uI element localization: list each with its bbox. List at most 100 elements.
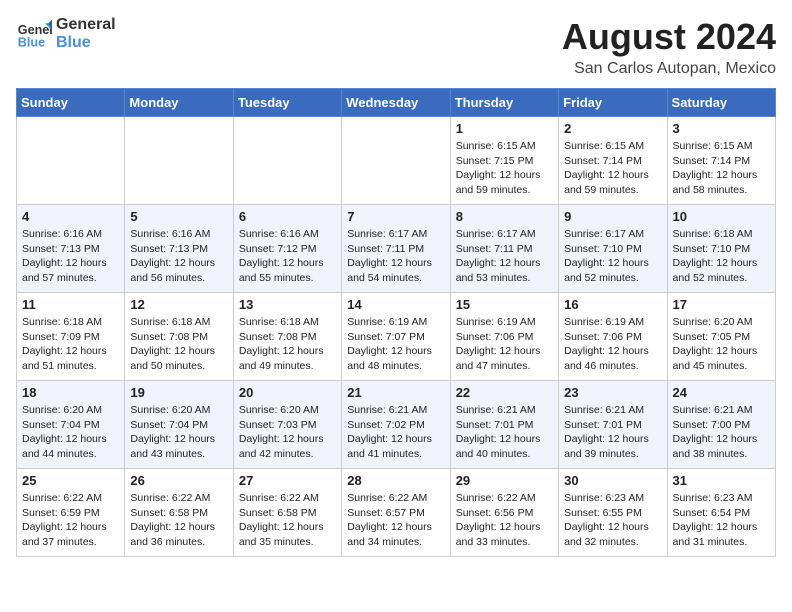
- calendar-cell: 21 Sunrise: 6:21 AM Sunset: 7:02 PM Dayli…: [342, 381, 450, 469]
- day-number: 2: [564, 121, 661, 136]
- day-info: Sunrise: 6:17 AM Sunset: 7:11 PM Dayligh…: [456, 227, 553, 286]
- calendar-cell: [17, 117, 125, 205]
- logo: General Blue General Blue: [16, 16, 116, 53]
- day-number: 30: [564, 473, 661, 488]
- calendar-cell: 27 Sunrise: 6:22 AM Sunset: 6:58 PM Dayli…: [233, 469, 341, 557]
- calendar-cell: 29Sunrise: 6:22 AM Sunset: 6:56 PM Dayli…: [450, 469, 558, 557]
- calendar-cell: 18Sunrise: 6:20 AM Sunset: 7:04 PM Dayli…: [17, 381, 125, 469]
- calendar-cell: 28 Sunrise: 6:22 AM Sunset: 6:57 PM Dayli…: [342, 469, 450, 557]
- calendar-cell: 26 Sunrise: 6:22 AM Sunset: 6:58 PM Dayli…: [125, 469, 233, 557]
- day-number: 31: [673, 473, 770, 488]
- calendar-cell: 6 Sunrise: 6:16 AM Sunset: 7:12 PM Daylig…: [233, 205, 341, 293]
- calendar-table: SundayMondayTuesdayWednesdayThursdayFrid…: [16, 88, 776, 557]
- week-row-3: 11 Sunrise: 6:18 AM Sunset: 7:09 PM Dayli…: [17, 293, 776, 381]
- day-number: 7: [347, 209, 444, 224]
- day-info: Sunrise: 6:23 AM Sunset: 6:54 PM Dayligh…: [673, 491, 770, 550]
- day-info: Sunrise: 6:20 AM Sunset: 7:03 PM Dayligh…: [239, 403, 336, 462]
- day-info: Sunrise: 6:18 AM Sunset: 7:08 PM Dayligh…: [239, 315, 336, 374]
- calendar-cell: [233, 117, 341, 205]
- day-number: 21: [347, 385, 444, 400]
- calendar-cell: 23Sunrise: 6:21 AM Sunset: 7:01 PM Dayli…: [559, 381, 667, 469]
- day-number: 18: [22, 385, 119, 400]
- month-year: August 2024: [562, 16, 776, 58]
- svg-text:Blue: Blue: [18, 36, 45, 50]
- day-info: Sunrise: 6:21 AM Sunset: 7:02 PM Dayligh…: [347, 403, 444, 462]
- day-number: 26: [130, 473, 227, 488]
- weekday-header-saturday: Saturday: [667, 89, 775, 117]
- calendar-cell: 30Sunrise: 6:23 AM Sunset: 6:55 PM Dayli…: [559, 469, 667, 557]
- week-row-1: 1 Sunrise: 6:15 AM Sunset: 7:15 PM Daylig…: [17, 117, 776, 205]
- calendar-cell: 24Sunrise: 6:21 AM Sunset: 7:00 PM Dayli…: [667, 381, 775, 469]
- day-info: Sunrise: 6:21 AM Sunset: 7:00 PM Dayligh…: [673, 403, 770, 462]
- day-info: Sunrise: 6:19 AM Sunset: 7:06 PM Dayligh…: [456, 315, 553, 374]
- day-info: Sunrise: 6:20 AM Sunset: 7:04 PM Dayligh…: [130, 403, 227, 462]
- day-number: 25: [22, 473, 119, 488]
- day-info: Sunrise: 6:16 AM Sunset: 7:13 PM Dayligh…: [22, 227, 119, 286]
- day-number: 10: [673, 209, 770, 224]
- day-info: Sunrise: 6:15 AM Sunset: 7:14 PM Dayligh…: [564, 139, 661, 198]
- day-number: 15: [456, 297, 553, 312]
- day-number: 1: [456, 121, 553, 136]
- page-header: General Blue General Blue August 2024 Sa…: [16, 16, 776, 78]
- logo-general: General: [56, 16, 116, 34]
- calendar-cell: 31 Sunrise: 6:23 AM Sunset: 6:54 PM Dayli…: [667, 469, 775, 557]
- day-info: Sunrise: 6:17 AM Sunset: 7:10 PM Dayligh…: [564, 227, 661, 286]
- day-info: Sunrise: 6:16 AM Sunset: 7:12 PM Dayligh…: [239, 227, 336, 286]
- day-info: Sunrise: 6:17 AM Sunset: 7:11 PM Dayligh…: [347, 227, 444, 286]
- calendar-cell: 22Sunrise: 6:21 AM Sunset: 7:01 PM Dayli…: [450, 381, 558, 469]
- day-number: 11: [22, 297, 119, 312]
- calendar-cell: 15 Sunrise: 6:19 AM Sunset: 7:06 PM Dayli…: [450, 293, 558, 381]
- day-number: 8: [456, 209, 553, 224]
- calendar-cell: 13 Sunrise: 6:18 AM Sunset: 7:08 PM Dayli…: [233, 293, 341, 381]
- day-info: Sunrise: 6:22 AM Sunset: 6:58 PM Dayligh…: [239, 491, 336, 550]
- week-row-5: 25 Sunrise: 6:22 AM Sunset: 6:59 PM Dayli…: [17, 469, 776, 557]
- weekday-header-monday: Monday: [125, 89, 233, 117]
- calendar-cell: 20 Sunrise: 6:20 AM Sunset: 7:03 PM Dayli…: [233, 381, 341, 469]
- calendar-cell: 7 Sunrise: 6:17 AM Sunset: 7:11 PM Daylig…: [342, 205, 450, 293]
- calendar-cell: [125, 117, 233, 205]
- day-info: Sunrise: 6:18 AM Sunset: 7:10 PM Dayligh…: [673, 227, 770, 286]
- weekday-header-sunday: Sunday: [17, 89, 125, 117]
- day-info: Sunrise: 6:22 AM Sunset: 6:58 PM Dayligh…: [130, 491, 227, 550]
- day-number: 9: [564, 209, 661, 224]
- day-info: Sunrise: 6:22 AM Sunset: 6:59 PM Dayligh…: [22, 491, 119, 550]
- day-number: 28: [347, 473, 444, 488]
- weekday-header-friday: Friday: [559, 89, 667, 117]
- calendar-cell: 17Sunrise: 6:20 AM Sunset: 7:05 PM Dayli…: [667, 293, 775, 381]
- day-number: 5: [130, 209, 227, 224]
- weekday-header-tuesday: Tuesday: [233, 89, 341, 117]
- day-number: 27: [239, 473, 336, 488]
- day-number: 17: [673, 297, 770, 312]
- day-info: Sunrise: 6:15 AM Sunset: 7:14 PM Dayligh…: [673, 139, 770, 198]
- day-number: 13: [239, 297, 336, 312]
- weekday-header-row: SundayMondayTuesdayWednesdayThursdayFrid…: [17, 89, 776, 117]
- calendar-cell: 19Sunrise: 6:20 AM Sunset: 7:04 PM Dayli…: [125, 381, 233, 469]
- day-info: Sunrise: 6:19 AM Sunset: 7:07 PM Dayligh…: [347, 315, 444, 374]
- week-row-2: 4Sunrise: 6:16 AM Sunset: 7:13 PM Daylig…: [17, 205, 776, 293]
- day-number: 14: [347, 297, 444, 312]
- calendar-cell: 10 Sunrise: 6:18 AM Sunset: 7:10 PM Dayli…: [667, 205, 775, 293]
- week-row-4: 18 Sunrise: 6:20 AM Sunset: 7:04 PM Dayli…: [17, 381, 776, 469]
- calendar-cell: 12Sunrise: 6:18 AM Sunset: 7:08 PM Dayli…: [125, 293, 233, 381]
- calendar-cell: 9 Sunrise: 6:17 AM Sunset: 7:10 PM Daylig…: [559, 205, 667, 293]
- day-number: 6: [239, 209, 336, 224]
- location: San Carlos Autopan, Mexico: [562, 60, 776, 78]
- calendar-cell: 2 Sunrise: 6:15 AM Sunset: 7:14 PM Daylig…: [559, 117, 667, 205]
- day-number: 22: [456, 385, 553, 400]
- day-info: Sunrise: 6:16 AM Sunset: 7:13 PM Dayligh…: [130, 227, 227, 286]
- calendar-cell: 3 Sunrise: 6:15 AM Sunset: 7:14 PM Daylig…: [667, 117, 775, 205]
- day-info: Sunrise: 6:22 AM Sunset: 6:57 PM Dayligh…: [347, 491, 444, 550]
- calendar-cell: 4Sunrise: 6:16 AM Sunset: 7:13 PM Daylig…: [17, 205, 125, 293]
- calendar-cell: 25 Sunrise: 6:22 AM Sunset: 6:59 PM Dayli…: [17, 469, 125, 557]
- day-info: Sunrise: 6:22 AM Sunset: 6:56 PM Dayligh…: [456, 491, 553, 550]
- day-info: Sunrise: 6:15 AM Sunset: 7:15 PM Dayligh…: [456, 139, 553, 198]
- day-number: 23: [564, 385, 661, 400]
- day-number: 16: [564, 297, 661, 312]
- calendar-cell: 14 Sunrise: 6:19 AM Sunset: 7:07 PM Dayli…: [342, 293, 450, 381]
- day-number: 3: [673, 121, 770, 136]
- day-info: Sunrise: 6:19 AM Sunset: 7:06 PM Dayligh…: [564, 315, 661, 374]
- day-number: 20: [239, 385, 336, 400]
- day-info: Sunrise: 6:18 AM Sunset: 7:09 PM Dayligh…: [22, 315, 119, 374]
- calendar-cell: 16 Sunrise: 6:19 AM Sunset: 7:06 PM Dayli…: [559, 293, 667, 381]
- logo-blue: Blue: [56, 34, 116, 52]
